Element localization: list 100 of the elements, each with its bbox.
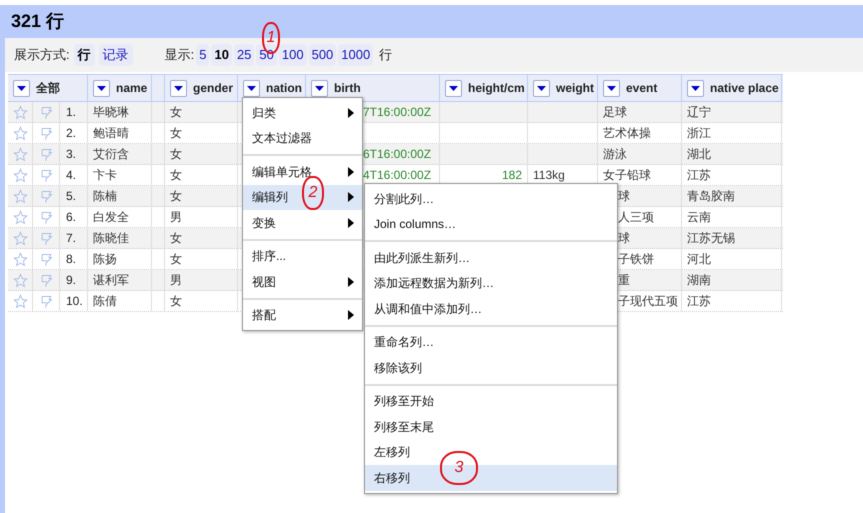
- table-cell-text: 湖北: [687, 146, 711, 163]
- table-cell-text: 女: [170, 104, 182, 121]
- row-number: 3.: [66, 146, 76, 163]
- column-header[interactable]: native place: [682, 75, 782, 101]
- flag-icon[interactable]: [38, 188, 54, 204]
- table-cell-text: 男: [170, 209, 182, 226]
- star-icon[interactable]: [12, 126, 28, 140]
- caret-icon: [691, 86, 700, 90]
- row-number: 4.: [66, 167, 76, 184]
- row-number: 10.: [66, 293, 83, 310]
- column-header[interactable]: weight: [528, 75, 598, 101]
- menu-item[interactable]: 添加远程数据为新列…: [365, 270, 617, 296]
- column-dropdown-button[interactable]: [533, 80, 550, 96]
- menu-item[interactable]: 变换: [243, 210, 362, 236]
- table-cell-text: 女: [170, 146, 182, 163]
- menu-item[interactable]: 分割此列…: [365, 186, 617, 212]
- table-cell-text: 重: [618, 272, 630, 289]
- table-cell-text: 游泳: [603, 146, 627, 163]
- flag-icon[interactable]: [38, 294, 54, 308]
- menu-item[interactable]: 排序...: [243, 244, 362, 269]
- row-number: 5.: [66, 188, 76, 205]
- column-header[interactable]: name: [88, 75, 152, 101]
- menu-item[interactable]: 由此列派生新列…: [365, 245, 617, 270]
- column-header[interactable]: event: [598, 75, 682, 101]
- page-size-label: 显示:: [164, 46, 194, 64]
- menu-item[interactable]: Join columns…: [365, 212, 617, 237]
- table-cell-text: 女: [170, 230, 182, 247]
- table-cell-text: 女: [170, 251, 182, 268]
- row-number: 6.: [66, 209, 76, 226]
- column-header[interactable]: height/cm: [440, 75, 528, 101]
- column-dropdown-button[interactable]: [243, 80, 260, 96]
- column-header[interactable]: 全部: [8, 75, 88, 101]
- column-dropdown-button[interactable]: [311, 80, 328, 96]
- table-cell-text: 谌利军: [93, 272, 129, 289]
- table-cell-text: 湖南: [687, 272, 711, 289]
- star-icon[interactable]: [12, 294, 28, 308]
- menu-item[interactable]: 视图: [243, 269, 362, 294]
- view-mode-option[interactable]: 行: [74, 44, 95, 66]
- star-icon[interactable]: [12, 168, 28, 182]
- column-dropdown-button[interactable]: [13, 80, 30, 96]
- view-mode-label: 展示方式:: [14, 46, 70, 64]
- page-size-option[interactable]: 100: [278, 44, 307, 66]
- star-icon[interactable]: [12, 188, 28, 204]
- flag-icon[interactable]: [38, 104, 54, 120]
- table-cell-text: 球: [618, 230, 630, 247]
- page-size-option[interactable]: 25: [234, 44, 254, 66]
- table-cell-text: 白发全: [93, 209, 129, 226]
- star-icon[interactable]: [12, 252, 28, 266]
- table-cell-text: 辽宁: [687, 104, 711, 121]
- caret-icon: [537, 86, 546, 90]
- flag-icon[interactable]: [38, 252, 54, 266]
- table-cell-text: 足球: [603, 104, 627, 121]
- menu-item[interactable]: 从调和值中添加列…: [365, 296, 617, 322]
- column-dropdown-button[interactable]: [93, 80, 110, 96]
- table-cell-text: 陈楠: [93, 188, 117, 205]
- table-cell-text: 毕晓琳: [93, 104, 129, 121]
- caret-icon: [174, 86, 183, 90]
- column-dropdown-button[interactable]: [445, 80, 462, 96]
- column-dropdown-button[interactable]: [687, 80, 704, 96]
- flag-icon[interactable]: [38, 126, 54, 140]
- table-cell-text: 182: [502, 167, 522, 184]
- column-header[interactable]: gender: [165, 75, 238, 101]
- table-cell-text: 球: [618, 188, 630, 205]
- menu-item[interactable]: 归类: [243, 100, 362, 126]
- page-size-option[interactable]: 1000: [338, 44, 374, 66]
- caret-icon: [97, 86, 106, 90]
- menu-item[interactable]: 列移至开始: [365, 388, 617, 414]
- table-cell-text: 6T16:00:00Z: [363, 146, 432, 163]
- page-size-option[interactable]: 10: [211, 44, 232, 66]
- flag-icon[interactable]: [38, 210, 54, 224]
- flag-icon[interactable]: [38, 168, 54, 182]
- table-cell-text: 陈倩: [93, 293, 117, 310]
- star-icon[interactable]: [12, 272, 28, 288]
- menu-item[interactable]: 编辑单元格: [243, 159, 362, 184]
- page-size-option[interactable]: 500: [308, 44, 336, 66]
- table-cell-text: 江苏: [687, 293, 711, 310]
- menu-item[interactable]: 重命名列…: [365, 330, 617, 355]
- table-cell-text: 浙江: [687, 125, 711, 142]
- row-number: 2.: [66, 125, 76, 142]
- menu-item[interactable]: 文本过滤器: [243, 126, 362, 151]
- caret-icon: [449, 86, 458, 90]
- star-icon[interactable]: [12, 146, 28, 162]
- table-cell-text: 4T16:00:00Z: [363, 167, 432, 184]
- star-icon[interactable]: [12, 210, 28, 224]
- page-size-option[interactable]: 5: [196, 44, 210, 66]
- view-mode-option[interactable]: 记录: [98, 44, 133, 66]
- menu-item[interactable]: 搭配: [243, 302, 362, 328]
- table-cell-text: 人三项: [618, 209, 654, 226]
- page-size-suffix: 行: [379, 46, 392, 64]
- flag-icon[interactable]: [38, 230, 54, 246]
- menu-item[interactable]: 列移至末尾: [365, 414, 617, 440]
- star-icon[interactable]: [12, 104, 28, 120]
- menu-item[interactable]: 移除该列: [365, 355, 617, 380]
- flag-icon[interactable]: [38, 272, 54, 288]
- column-dropdown-button[interactable]: [603, 80, 620, 96]
- star-icon[interactable]: [12, 230, 28, 246]
- flag-icon[interactable]: [38, 146, 54, 162]
- table-cell-text: 江苏无锡: [687, 230, 735, 247]
- column-dropdown-button[interactable]: [170, 80, 187, 96]
- table-cell-text: 江苏: [687, 167, 711, 184]
